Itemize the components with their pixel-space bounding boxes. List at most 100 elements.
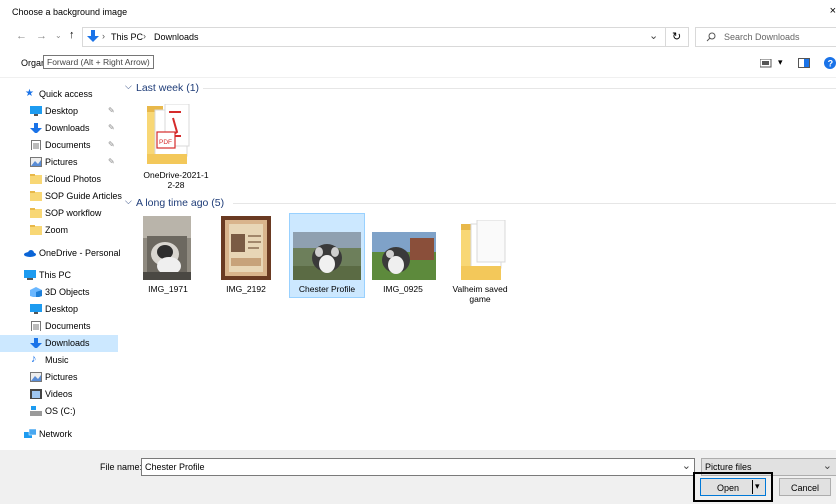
desktop-icon <box>30 304 42 314</box>
file-type-chevron-icon[interactable]: ⌄ <box>823 459 832 472</box>
image-thumbnail <box>221 216 271 280</box>
forward-arrow-icon[interactable]: → <box>36 30 47 42</box>
group-collapse-chevron-icon[interactable]: ⌵ <box>125 196 132 207</box>
breadcrumb-downloads[interactable]: Downloads <box>154 32 199 42</box>
split-divider <box>752 480 753 494</box>
nav-zoom[interactable]: Zoom <box>0 222 118 239</box>
recent-locations-chevron-icon[interactable]: ⌄ <box>55 31 62 40</box>
search-input[interactable]: Search Downloads <box>695 27 836 47</box>
folder-icon <box>30 174 42 184</box>
nav-icloud-photos[interactable]: iCloud Photos <box>0 171 118 188</box>
nav-pictures[interactable]: Pictures ✎ <box>0 154 118 171</box>
nav-downloads[interactable]: Downloads ✎ <box>0 120 118 137</box>
address-bar[interactable]: › This PC › Downloads ⌄ <box>82 27 666 47</box>
image-thumbnail <box>372 232 436 280</box>
folder-icon <box>461 220 506 280</box>
nav-desktop[interactable]: Desktop ✎ <box>0 103 118 120</box>
open-dropdown-icon[interactable]: ▾ <box>755 481 760 492</box>
file-name-value: Chester Profile <box>145 462 205 472</box>
pin-icon: ✎ <box>108 106 115 115</box>
file-tile-valheim-saved-game[interactable]: Valheim saved game <box>443 214 517 308</box>
cancel-button-label: Cancel <box>791 483 820 493</box>
downloads-arrow-icon <box>87 30 99 42</box>
documents-icon <box>31 321 41 331</box>
file-name-label: File name: <box>100 462 143 472</box>
preview-pane-icon[interactable] <box>798 58 810 68</box>
network-icon <box>24 429 36 438</box>
file-tile-img-2192[interactable]: IMG_2192 <box>209 214 283 296</box>
nav-quick-access[interactable]: ★ Quick access <box>0 86 118 103</box>
file-name-line: 2-28 <box>167 180 185 190</box>
search-placeholder: Search Downloads <box>724 32 800 42</box>
nav-os-c[interactable]: OS (C:) <box>0 403 118 420</box>
view-dropdown-icon[interactable]: ▾ <box>778 57 783 68</box>
file-tile-onedrive-2021[interactable]: PDF OneDrive-2021-1 2-28 <box>139 100 213 192</box>
file-name: Chester Profile <box>298 284 356 294</box>
folder-icon <box>30 225 42 235</box>
group-header-last-week[interactable]: Last week (1) <box>136 82 199 94</box>
svg-text:PDF: PDF <box>159 139 172 146</box>
breadcrumb-separator: › <box>102 31 105 41</box>
nav-music[interactable]: ♪ Music <box>0 352 118 369</box>
downloads-icon <box>30 123 42 133</box>
nav-videos[interactable]: Videos <box>0 386 118 403</box>
pin-icon: ✎ <box>108 157 115 166</box>
breadcrumb-separator: › <box>143 31 146 41</box>
nav-pc-downloads[interactable]: Downloads <box>0 335 118 352</box>
file-name: IMG_2192 <box>226 284 266 294</box>
help-icon[interactable]: ? <box>824 57 836 69</box>
file-name: IMG_0925 <box>383 284 423 294</box>
pictures-icon <box>30 157 42 167</box>
folder-icon <box>30 208 42 218</box>
pin-icon: ✎ <box>108 123 115 132</box>
pdf-folder-icon: PDF <box>147 104 190 164</box>
documents-icon <box>31 140 41 150</box>
refresh-icon: ↻ <box>672 31 682 43</box>
downloads-icon <box>30 338 42 348</box>
breadcrumb-this-pc[interactable]: This PC <box>111 32 143 42</box>
file-name: IMG_1971 <box>148 284 188 294</box>
cloud-icon <box>24 250 36 257</box>
videos-icon <box>30 389 42 399</box>
nav-network[interactable]: Network <box>0 426 118 443</box>
nav-sop-workflow[interactable]: SOP workflow <box>0 205 118 222</box>
open-button[interactable]: Open ▾ <box>700 478 766 496</box>
group-header-long-time-ago[interactable]: A long time ago (5) <box>136 197 224 209</box>
group-divider <box>233 203 836 204</box>
nav-pc-desktop[interactable]: Desktop <box>0 301 118 318</box>
nav-onedrive[interactable]: OneDrive - Personal <box>0 245 121 262</box>
search-icon <box>706 32 716 42</box>
file-name-line: game <box>469 294 491 304</box>
file-tile-img-0925[interactable]: IMG_0925 <box>366 214 440 296</box>
pin-icon: ✎ <box>108 140 115 149</box>
refresh-button[interactable]: ↻ <box>665 27 689 47</box>
nav-pc-documents[interactable]: Documents <box>0 318 118 335</box>
music-icon: ♪ <box>31 353 37 365</box>
view-options-icon[interactable] <box>760 59 774 68</box>
back-arrow-icon[interactable]: ← <box>16 30 27 42</box>
up-arrow-icon[interactable]: ↑ <box>69 29 75 41</box>
file-name-dropdown-chevron-icon[interactable]: ⌄ <box>682 459 691 472</box>
nav-documents[interactable]: Documents ✎ <box>0 137 118 154</box>
image-thumbnail <box>143 216 191 280</box>
close-icon[interactable]: × <box>830 5 836 17</box>
open-button-label: Open <box>717 483 740 493</box>
cube-icon <box>30 287 42 297</box>
computer-icon <box>24 270 36 280</box>
file-name-input[interactable]: Chester Profile ⌄ <box>141 458 695 476</box>
cancel-button[interactable]: Cancel <box>779 478 831 496</box>
navigation-pane: ★ Quick access Desktop ✎ Downloads ✎ Doc… <box>0 78 122 450</box>
nav-sop-guide-articles[interactable]: SOP Guide Articles <box>0 188 122 205</box>
window-title: Choose a background image <box>12 7 128 17</box>
svg-text:?: ? <box>828 59 834 69</box>
group-divider <box>203 88 836 89</box>
file-tile-img-1971[interactable]: IMG_1971 <box>131 214 205 296</box>
address-dropdown-chevron-icon[interactable]: ⌄ <box>649 29 658 42</box>
nav-this-pc[interactable]: This PC <box>0 267 118 284</box>
nav-3d-objects[interactable]: 3D Objects <box>0 284 118 301</box>
nav-pc-pictures[interactable]: Pictures <box>0 369 118 386</box>
file-tile-chester-profile[interactable]: Chester Profile <box>289 213 365 298</box>
group-collapse-chevron-icon[interactable]: ⌵ <box>125 81 132 92</box>
folder-icon <box>30 191 42 201</box>
forward-tooltip: Forward (Alt + Right Arrow) <box>43 55 154 69</box>
